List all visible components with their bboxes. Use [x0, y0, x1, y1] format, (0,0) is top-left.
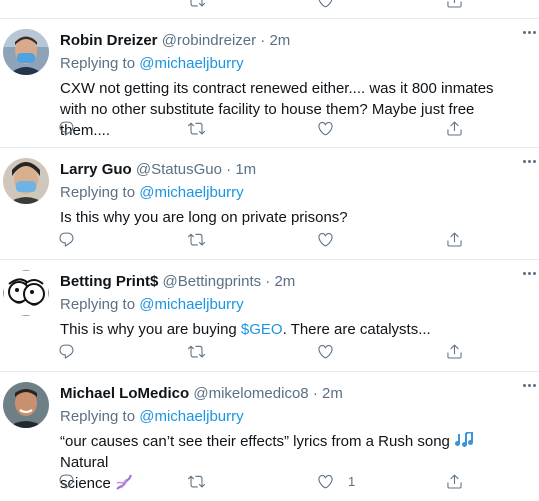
share-button[interactable] [446, 471, 463, 491]
tweet-text-part: This is why you are buying [60, 321, 241, 338]
like-count: 1 [348, 473, 356, 489]
like-button[interactable] [317, 229, 348, 249]
display-name[interactable]: Larry Guo [60, 161, 132, 178]
replying-label: Replying to [60, 184, 136, 201]
retweet-icon [188, 231, 205, 248]
tweet-actions [58, 229, 468, 249]
reply-mention-link[interactable]: @michaeljburry [139, 184, 243, 201]
retweet-icon [188, 120, 205, 137]
tweet[interactable]: Michael LoMedico @mikelomedico8 · 2m Rep… [0, 372, 539, 501]
replying-to: Replying to @michaeljburry [60, 55, 244, 72]
more-icon[interactable] [523, 272, 537, 278]
music-notes-emoji [455, 430, 474, 447]
reply-mention-link[interactable]: @michaeljburry [139, 296, 243, 313]
tweet-actions: 1 [58, 471, 468, 491]
display-name[interactable]: Betting Print$ [60, 273, 158, 290]
replying-label: Replying to [60, 55, 136, 72]
retweet-button[interactable] [188, 341, 205, 361]
reply-mention-link[interactable]: @michaeljburry [139, 55, 243, 72]
reply-button[interactable] [58, 118, 75, 138]
reply-icon [58, 231, 75, 248]
like-button[interactable] [317, 341, 348, 361]
display-name[interactable]: Michael LoMedico [60, 385, 189, 402]
reply-button[interactable] [58, 229, 75, 249]
share-button[interactable] [446, 341, 463, 361]
share-icon [446, 120, 463, 137]
reply-icon [58, 473, 75, 490]
reply-mention-link[interactable]: @michaeljburry [139, 408, 243, 425]
timestamp[interactable]: 2m [322, 385, 343, 402]
replying-label: Replying to [60, 408, 136, 425]
share-button[interactable] [446, 118, 463, 138]
share-button[interactable] [446, 229, 463, 249]
retweet-icon [188, 473, 205, 490]
avatar[interactable] [3, 382, 49, 428]
avatar[interactable] [3, 270, 49, 316]
like-button[interactable]: 1 [317, 471, 355, 491]
retweet-button[interactable] [188, 118, 205, 138]
tweet-header: Robin Dreizer @robindreizer · 2m [60, 32, 290, 49]
reply-button[interactable] [58, 341, 75, 361]
replying-label: Replying to [60, 296, 136, 313]
separator: · [265, 273, 271, 290]
timestamp[interactable]: 2m [274, 273, 295, 290]
display-name[interactable]: Robin Dreizer [60, 32, 158, 49]
cashtag-link[interactable]: $GEO [241, 321, 283, 338]
previous-tweet-actions [0, 0, 539, 19]
replying-to: Replying to @michaeljburry [60, 408, 244, 425]
like-button[interactable] [317, 118, 348, 138]
handle[interactable]: @StatusGuo [136, 161, 222, 178]
like-icon [317, 343, 334, 360]
like-icon [317, 231, 334, 248]
share-icon [446, 473, 463, 490]
timestamp[interactable]: 1m [235, 161, 256, 178]
reply-button[interactable] [58, 471, 75, 491]
tweet-text: This is why you are buying $GEO. There a… [60, 319, 520, 340]
retweet-button[interactable] [188, 471, 205, 491]
tweet-text-part: Natural [60, 454, 109, 471]
like-icon [317, 473, 334, 490]
retweet-button[interactable] [188, 229, 205, 249]
share-icon [446, 343, 463, 360]
tweet-actions [58, 341, 468, 361]
like-icon[interactable] [317, 0, 334, 9]
replying-to: Replying to @michaeljburry [60, 296, 244, 313]
handle[interactable]: @Bettingprints [163, 273, 262, 290]
tweet[interactable]: Betting Print$ @Bettingprints · 2m Reply… [0, 260, 539, 372]
share-icon[interactable] [446, 0, 463, 9]
separator: · [312, 385, 318, 402]
more-icon[interactable] [523, 384, 537, 390]
tweet-header: Betting Print$ @Bettingprints · 2m [60, 273, 295, 290]
tweet-header: Larry Guo @StatusGuo · 1m [60, 161, 256, 178]
more-icon[interactable] [523, 31, 537, 37]
avatar[interactable] [3, 29, 49, 75]
tweet-text: Is this why you are long on private pris… [60, 209, 348, 226]
replying-to: Replying to @michaeljburry [60, 184, 244, 201]
tweet[interactable]: Robin Dreizer @robindreizer · 2m Replyin… [0, 19, 539, 148]
tweet-text-part: “our causes can’t see their effects” lyr… [60, 433, 450, 450]
retweet-icon [188, 343, 205, 360]
share-icon [446, 231, 463, 248]
like-icon [317, 120, 334, 137]
tweet-header: Michael LoMedico @mikelomedico8 · 2m [60, 385, 343, 402]
handle[interactable]: @mikelomedico8 [193, 385, 308, 402]
timestamp[interactable]: 2m [269, 32, 290, 49]
retweet-icon[interactable] [188, 0, 205, 9]
handle[interactable]: @robindreizer [162, 32, 256, 49]
separator: · [260, 32, 266, 49]
tweet-actions [58, 118, 468, 138]
tweet[interactable]: Larry Guo @StatusGuo · 1m Replying to @m… [0, 148, 539, 260]
tweet-text-part: . There are catalysts... [282, 321, 431, 338]
avatar[interactable] [3, 158, 49, 204]
reply-icon [58, 343, 75, 360]
separator: · [226, 161, 232, 178]
reply-icon [58, 120, 75, 137]
more-icon[interactable] [523, 160, 537, 166]
